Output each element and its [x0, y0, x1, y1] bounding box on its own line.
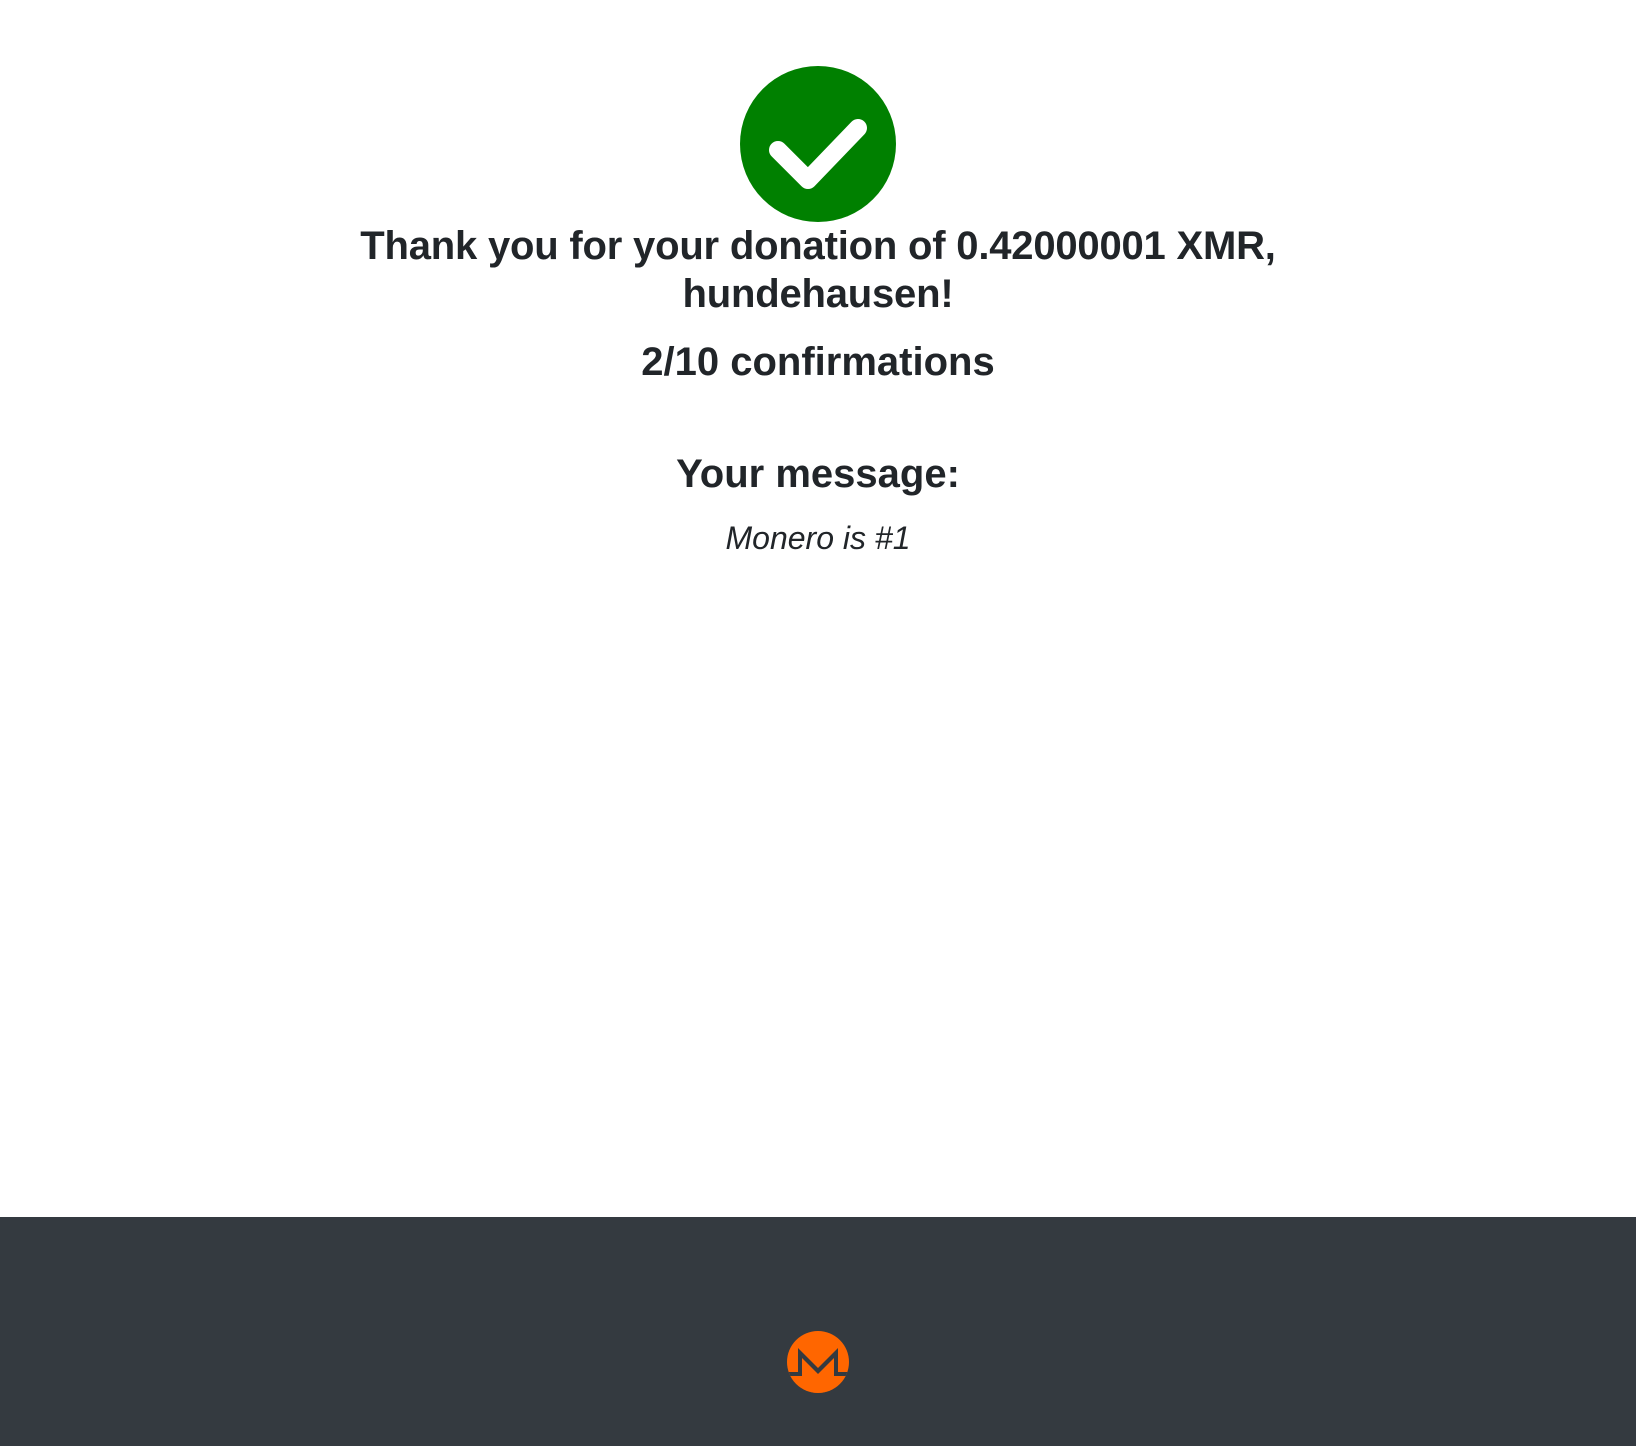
main-content: Thank you for your donation of 0.4200000… — [0, 0, 1636, 1217]
donation-success-page: Thank you for your donation of 0.4200000… — [0, 0, 1636, 1446]
donation-thanks-line-1: Thank you for your donation of 0.4200000… — [360, 224, 1276, 268]
footer — [0, 1217, 1636, 1446]
check-circle-icon — [740, 66, 896, 222]
confirmations-status: 2/10 confirmations — [641, 340, 995, 384]
donation-thanks-line-2: hundehausen! — [682, 272, 954, 316]
donation-thanks-heading: Thank you for your donation of 0.4200000… — [318, 222, 1318, 318]
monero-logo-icon — [786, 1330, 850, 1394]
message-heading: Your message: — [676, 452, 960, 496]
donation-message: Monero is #1 — [725, 520, 911, 556]
